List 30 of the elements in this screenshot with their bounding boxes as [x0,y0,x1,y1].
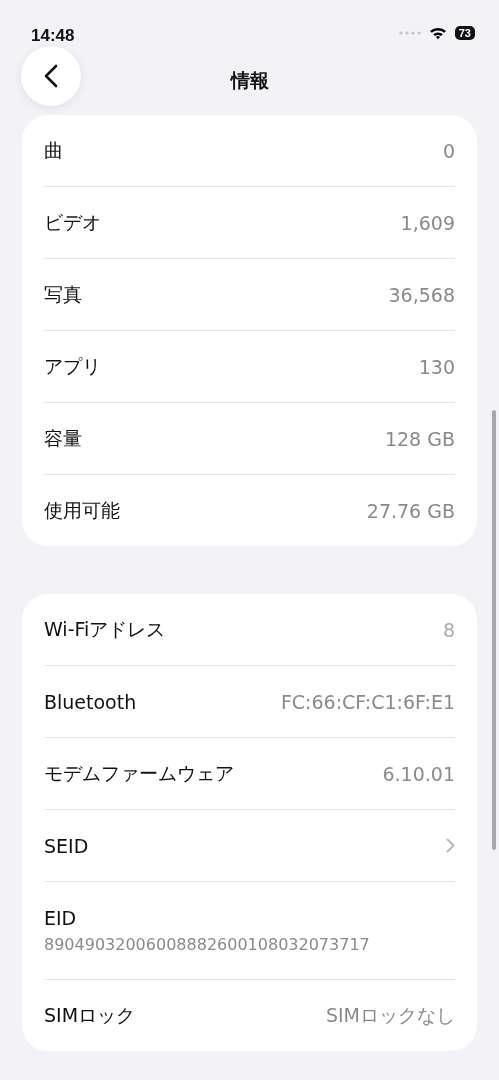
battery-level: 73 [454,26,475,40]
row-label: 容量 [44,425,82,451]
status-time: 14:48 [31,26,75,46]
row-label: アプリ [44,353,101,379]
settings-row[interactable]: SEID [44,810,455,881]
chevron-icon [446,838,455,853]
row-label: ビデオ [44,209,101,235]
row-value: 6.10.01 [382,762,455,785]
row-value: 27.76 GB [366,499,455,522]
back-icon [44,64,58,88]
signal-icon [398,31,421,35]
page-title: 情報 [230,68,269,93]
row-label: 写真 [44,281,82,307]
row-label: モデムファームウェア [44,760,234,786]
row-value: 1,609 [400,211,455,234]
row-label: 曲 [44,137,63,163]
wifi-icon [428,26,447,40]
row-label: 使用可能 [44,497,120,523]
row-label: Bluetooth [44,690,137,713]
row-value: 36,568 [388,283,455,306]
row-label: EID [44,907,77,929]
row-value: SIMロックなし [325,1002,455,1028]
row-value: 8 [442,618,455,641]
row-value: 89049032006008882600108032073717 [44,935,370,954]
row-label: SIMロック [44,1002,136,1028]
row-value: FC:66:CF:C1:6F:E1 [280,690,455,713]
row-value: 130 [418,355,455,378]
row-value: 0 [442,139,455,162]
row-value: 128 GB [384,427,455,450]
row-label: Wi-Fiアドレス [44,616,166,642]
